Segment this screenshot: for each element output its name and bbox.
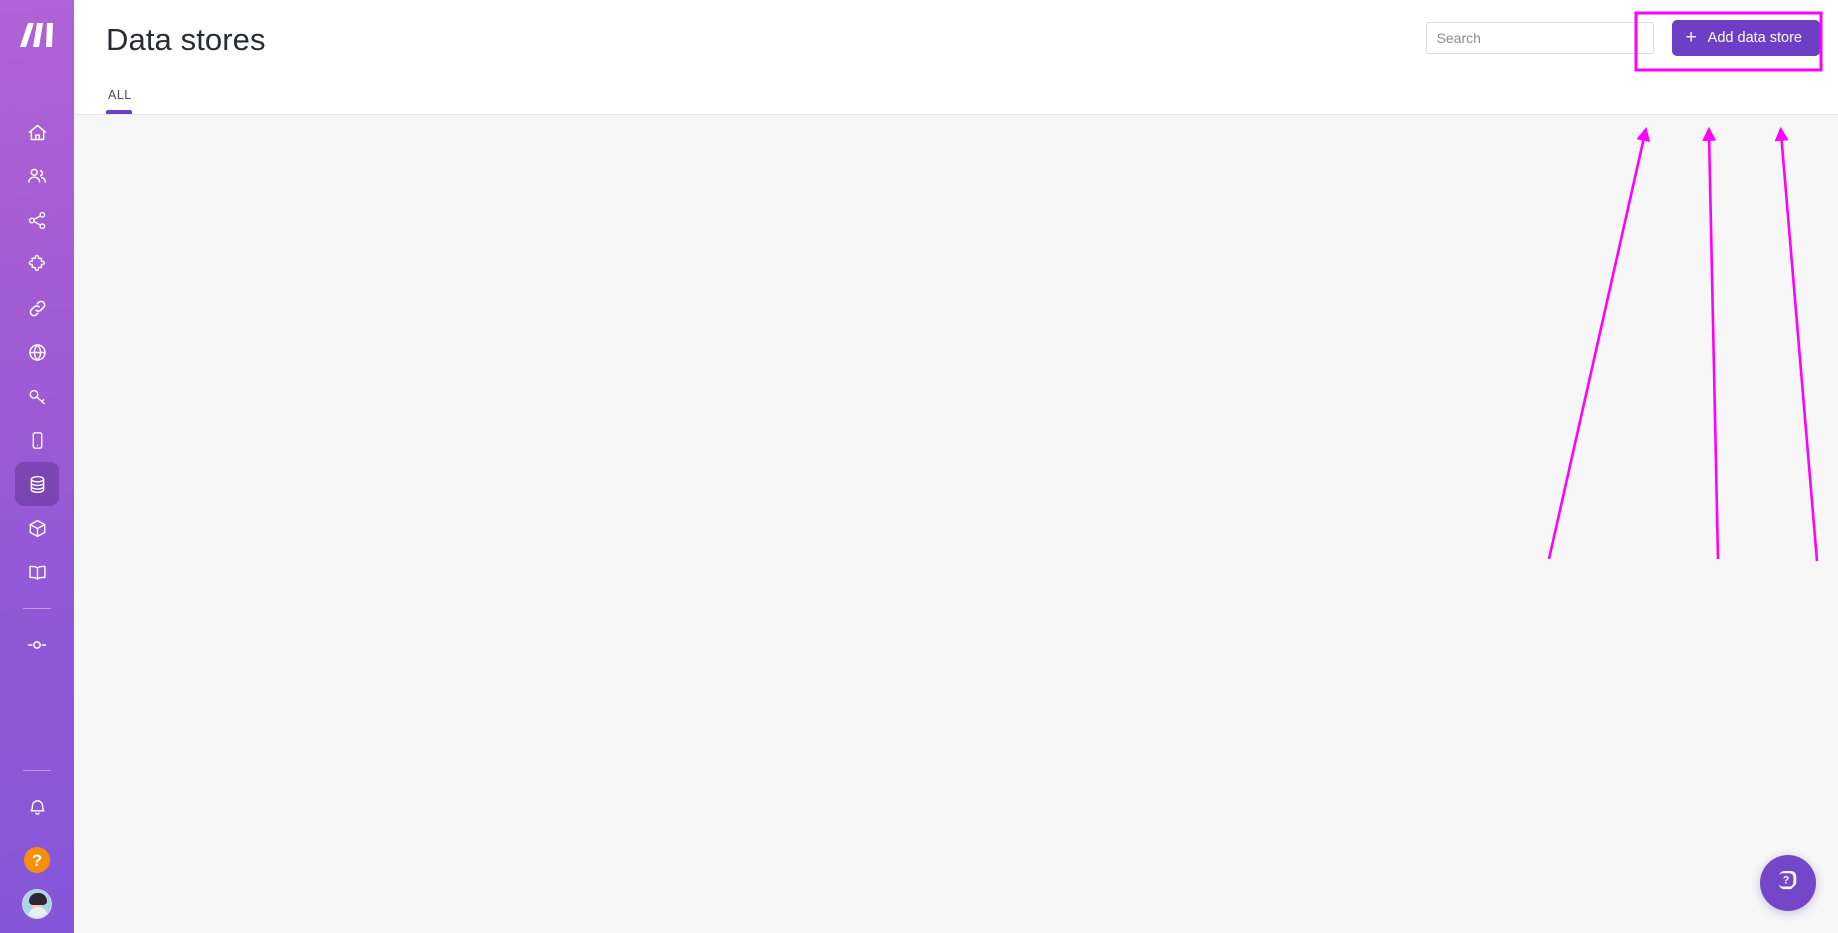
puzzle-icon (27, 254, 48, 275)
sidebar-item-data-structures[interactable] (15, 506, 59, 550)
sidebar-nav-primary (15, 110, 59, 667)
users-icon (26, 165, 48, 187)
sidebar-item-scenarios[interactable] (15, 198, 59, 242)
sidebar-item-keys[interactable] (15, 374, 59, 418)
book-icon (27, 562, 48, 583)
sidebar-item-data-stores[interactable] (15, 462, 59, 506)
help-chat-fab[interactable]: ? (1760, 855, 1816, 911)
sidebar-divider-2 (23, 770, 51, 771)
help-chat-icon: ? (1773, 866, 1803, 901)
svg-text:?: ? (1783, 874, 1790, 886)
header-actions: + Add data store (1425, 20, 1820, 56)
main-sidebar: ? (0, 0, 74, 933)
page-title: Data stores (106, 22, 266, 57)
sidebar-item-templates[interactable] (15, 242, 59, 286)
user-avatar[interactable] (22, 889, 52, 919)
globe-icon (27, 342, 48, 363)
sidebar-item-home[interactable] (15, 110, 59, 154)
sidebar-divider-1 (23, 608, 51, 609)
sidebar-notifications[interactable] (15, 785, 59, 829)
data-stores-list-area: ? (74, 115, 1838, 933)
help-badge[interactable]: ? (24, 847, 50, 873)
add-data-store-button[interactable]: + Add data store (1671, 20, 1820, 56)
cube-icon (27, 518, 48, 539)
plus-icon: + (1685, 26, 1697, 48)
sidebar-item-flow-control[interactable] (15, 623, 59, 667)
sidebar-item-devices[interactable] (15, 418, 59, 462)
app-root: ? Data stores ALL + Add data store (0, 0, 1838, 933)
make-logo[interactable] (12, 14, 62, 56)
tab-all-label: ALL (108, 88, 132, 102)
tab-active-underline (106, 110, 132, 114)
sidebar-item-webhooks[interactable] (15, 330, 59, 374)
tab-bar: ALL (106, 88, 138, 114)
database-icon (27, 474, 48, 495)
main-area: Data stores ALL + Add data store (74, 0, 1838, 933)
sidebar-bottom-group: ? (0, 756, 74, 933)
bell-icon (27, 797, 48, 818)
key-icon (27, 386, 48, 407)
home-icon (27, 122, 48, 143)
sidebar-item-connections[interactable] (15, 286, 59, 330)
tab-all[interactable]: ALL (106, 88, 138, 114)
link-icon (27, 298, 48, 319)
page-header: Data stores ALL + Add data store (74, 0, 1838, 115)
share-nodes-icon (27, 210, 48, 231)
sidebar-item-documentation[interactable] (15, 550, 59, 594)
node-flow-icon (26, 634, 48, 656)
search-input[interactable] (1425, 22, 1654, 54)
sidebar-item-team[interactable] (15, 154, 59, 198)
mobile-icon (27, 430, 48, 451)
add-data-store-label: Add data store (1707, 30, 1802, 46)
